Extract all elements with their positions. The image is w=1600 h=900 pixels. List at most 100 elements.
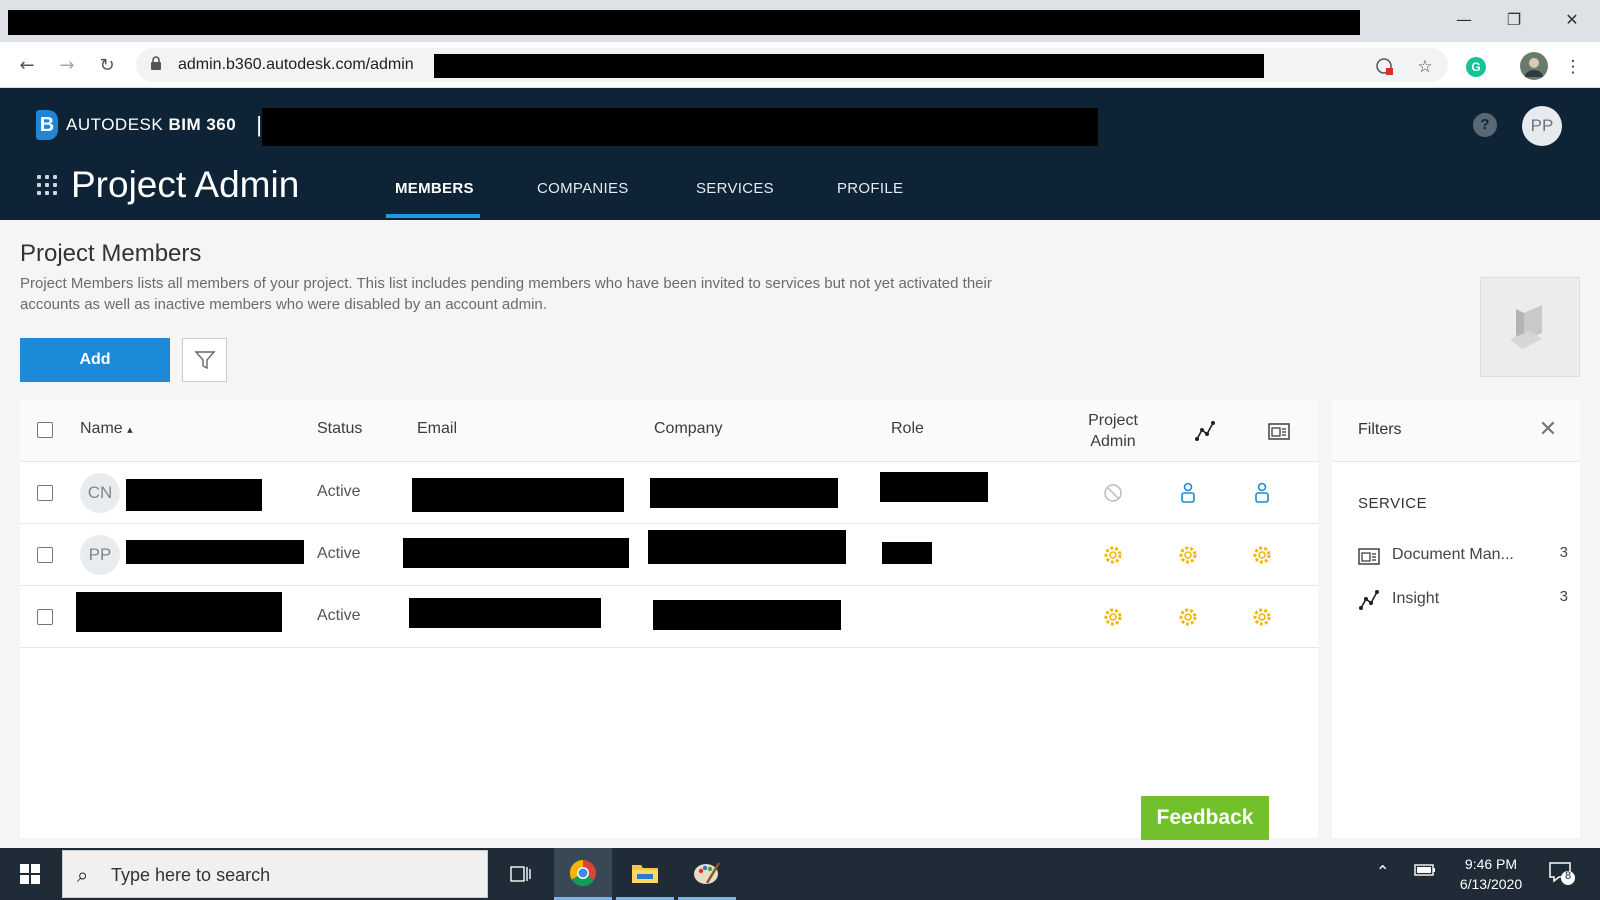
row-checkbox[interactable] (37, 485, 53, 501)
select-all-checkbox[interactable] (37, 422, 53, 438)
add-member-button[interactable]: Add (20, 338, 170, 382)
browser-toolbar: ← → ↻ admin.b360.autodesk.com/admin ☆ G … (0, 42, 1600, 88)
lock-icon (150, 56, 162, 73)
address-bar[interactable]: admin.b360.autodesk.com/admin (136, 48, 1448, 82)
page-title: Project Members (20, 240, 202, 267)
filters-section-service: SERVICE (1358, 495, 1428, 512)
company-redacted (650, 478, 838, 508)
app-header: B AUTODESK BIM 360 | ? PP Project Admin … (0, 88, 1600, 220)
admin-gear-icon[interactable] (1250, 605, 1274, 629)
more-menu-icon[interactable]: ⋮ (1562, 56, 1584, 78)
chrome-icon (569, 859, 596, 886)
profile-avatar-icon[interactable] (1520, 52, 1548, 80)
url-text: admin.b360.autodesk.com/admin (178, 56, 414, 73)
admin-gear-icon[interactable] (1250, 543, 1274, 567)
blocked-content-icon[interactable] (1374, 56, 1396, 78)
active-tab-indicator (386, 214, 480, 218)
chrome-taskbar-button[interactable] (554, 848, 612, 900)
page-description: Project Members lists all members of you… (20, 275, 992, 313)
row-checkbox[interactable] (37, 547, 53, 563)
status-text: Active (317, 545, 361, 562)
autodesk-logo[interactable]: B AUTODESK BIM 360 | (36, 110, 262, 140)
column-name[interactable]: Name ▴ (80, 420, 133, 438)
column-project-admin-line1: Project (1088, 412, 1138, 429)
user-avatar[interactable]: PP (1522, 106, 1562, 146)
close-window-button[interactable]: ✕ (1552, 6, 1592, 32)
feedback-button[interactable]: Feedback (1141, 796, 1269, 840)
network-icon[interactable] (1414, 862, 1436, 882)
start-button[interactable] (0, 848, 60, 900)
filter-icon (193, 351, 216, 370)
insight-icon (1359, 590, 1379, 610)
bim360-logo-icon: B (36, 110, 58, 140)
table-row[interactable]: CN Active (20, 462, 1318, 524)
filters-header: Filters ✕ (1332, 400, 1580, 462)
taskbar-search[interactable]: ⌕ Type here to search (62, 850, 488, 898)
company-redacted (653, 600, 841, 630)
no-access-icon[interactable] (1101, 481, 1125, 505)
windows-logo-icon (20, 864, 40, 884)
minimize-button[interactable]: — (1444, 6, 1484, 32)
url-redacted (434, 54, 1264, 78)
filter-button[interactable] (182, 338, 227, 382)
column-status[interactable]: Status (317, 420, 362, 438)
search-icon: ⌕ (77, 863, 89, 887)
filter-label: Insight (1392, 590, 1440, 607)
reload-icon[interactable]: ↻ (93, 51, 121, 79)
admin-gear-icon[interactable] (1176, 543, 1200, 567)
grammarly-icon[interactable]: G (1465, 56, 1487, 78)
email-redacted (412, 478, 624, 512)
filter-insight[interactable]: Insight 3 (1358, 586, 1568, 614)
document-management-column-icon[interactable] (1267, 419, 1291, 443)
tab-services[interactable]: SERVICES (696, 180, 774, 197)
building-icon (1510, 305, 1542, 349)
admin-gear-icon[interactable] (1101, 543, 1125, 567)
table-header: Name ▴ Status Email Company Role Project… (20, 400, 1318, 462)
member-avatar: PP (80, 535, 120, 575)
app-launcher-icon[interactable] (37, 175, 57, 195)
role-redacted (880, 472, 988, 502)
row-checkbox[interactable] (37, 609, 53, 625)
show-hidden-icons-chevron-icon[interactable]: ⌃ (1376, 862, 1389, 881)
column-project-admin-line2: Admin (1090, 433, 1136, 450)
forward-arrow-icon[interactable]: → (53, 51, 81, 79)
paint-taskbar-button[interactable] (678, 848, 736, 900)
column-role[interactable]: Role (891, 420, 924, 438)
clock-time: 9:46 PM (1464, 856, 1518, 872)
column-email[interactable]: Email (417, 420, 457, 438)
help-icon[interactable]: ? (1473, 113, 1497, 137)
task-view-button[interactable] (492, 848, 550, 900)
member-icon[interactable] (1250, 481, 1274, 505)
notifications-icon[interactable]: 8 (1548, 860, 1576, 890)
admin-gear-icon[interactable] (1176, 605, 1200, 629)
browser-title-bar: — ❐ ✕ (0, 0, 1600, 42)
members-table: Name ▴ Status Email Company Role Project… (20, 400, 1318, 838)
column-project-admin[interactable]: Project Admin (1078, 410, 1148, 452)
tab-profile[interactable]: PROFILE (837, 180, 903, 197)
taskbar-clock[interactable]: 9:46 PM 6/13/2020 (1446, 854, 1536, 894)
filter-document-management[interactable]: Document Man... 3 (1358, 542, 1568, 570)
column-company[interactable]: Company (654, 420, 722, 438)
file-explorer-taskbar-button[interactable] (616, 848, 674, 900)
clock-date: 6/13/2020 (1459, 876, 1523, 892)
back-arrow-icon[interactable]: ← (13, 51, 41, 79)
table-row[interactable]: PP Active (20, 524, 1318, 586)
windows-taskbar: ⌕ Type here to search ⌃ 9:46 PM 6/13/202… (0, 848, 1600, 900)
member-icon[interactable] (1176, 481, 1200, 505)
restore-button[interactable]: ❐ (1494, 6, 1534, 32)
brand-text: AUTODESK BIM 360 (66, 115, 236, 135)
project-selector-redacted[interactable] (262, 108, 1098, 146)
member-avatar: CN (80, 473, 120, 513)
insight-column-icon[interactable] (1193, 419, 1217, 443)
main-content: Project Members Project Members lists al… (0, 220, 1600, 848)
paint-palette-icon (694, 861, 721, 884)
tab-members[interactable]: MEMBERS (395, 180, 474, 197)
admin-gear-icon[interactable] (1101, 605, 1125, 629)
close-icon[interactable]: ✕ (1536, 418, 1560, 442)
table-row[interactable]: Active (20, 586, 1318, 648)
project-thumbnail[interactable] (1480, 277, 1580, 377)
filter-count: 3 (1559, 588, 1568, 605)
browser-tab-strip-redacted[interactable] (8, 10, 1360, 35)
star-icon[interactable]: ☆ (1414, 56, 1436, 78)
tab-companies[interactable]: COMPANIES (537, 180, 629, 197)
